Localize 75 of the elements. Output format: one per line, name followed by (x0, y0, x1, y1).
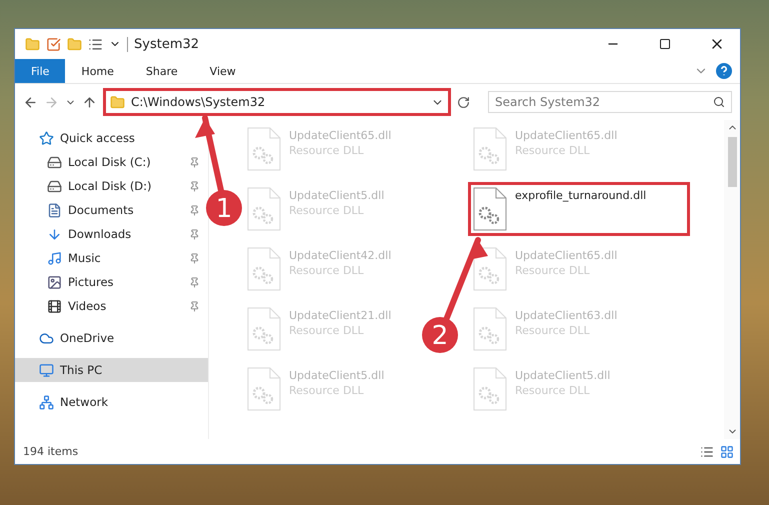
file-name: UpdateClient5.dll (289, 189, 384, 202)
folder-icon[interactable] (25, 36, 40, 52)
nav-item[interactable]: Local Disk (C:) (15, 150, 208, 174)
search-icon[interactable] (713, 96, 725, 108)
nav-item[interactable]: Downloads (15, 222, 208, 246)
nav-item[interactable]: Music (15, 246, 208, 270)
cloud-icon (39, 330, 54, 346)
up-icon[interactable] (82, 94, 97, 110)
monitor-icon (39, 362, 54, 378)
ribbon-tab[interactable]: File (15, 59, 66, 83)
file-name: UpdateClient63.dll (515, 309, 618, 322)
dll-file-icon (473, 127, 507, 171)
drive-icon (47, 178, 62, 194)
nav-item[interactable]: Network (15, 390, 208, 414)
file-name: UpdateClient65.dll (289, 129, 392, 142)
file-name: UpdateClient65.dll (515, 129, 618, 142)
scroll-thumb[interactable] (728, 137, 736, 187)
nav-item[interactable]: This PC (15, 358, 208, 382)
help-icon[interactable] (716, 63, 732, 79)
file-name: UpdateClient21.dll (289, 309, 392, 322)
network-icon (39, 394, 54, 410)
ribbon-tab[interactable]: View (194, 59, 252, 83)
pin-icon[interactable] (189, 276, 200, 288)
maximize-icon (659, 38, 671, 50)
step-number-badge: 1 (206, 190, 242, 226)
ribbon-tab[interactable]: Share (130, 59, 194, 83)
document-icon (47, 202, 62, 218)
dll-file-icon (247, 187, 281, 231)
properties-icon[interactable] (46, 36, 61, 52)
file-item[interactable]: exprofile_turnaround.dll (468, 182, 690, 236)
back-icon[interactable] (23, 94, 38, 110)
file-name: UpdateClient5.dll (515, 369, 610, 382)
nav-item[interactable]: Quick access (15, 126, 208, 150)
refresh-icon[interactable] (457, 96, 470, 108)
forward-icon[interactable] (44, 94, 59, 110)
ribbon-tab[interactable]: Home (65, 59, 130, 83)
star-icon (39, 130, 54, 146)
nav-item[interactable]: Documents (15, 198, 208, 222)
search-field[interactable]: Search System32 (488, 91, 732, 113)
nav-item[interactable]: OneDrive (15, 326, 208, 350)
dll-file-icon (247, 307, 281, 351)
large-icons-view-icon[interactable] (720, 444, 734, 458)
pin-icon[interactable] (189, 300, 200, 312)
file-name: UpdateClient65.dll (515, 249, 618, 262)
dll-file-icon (247, 247, 281, 291)
pin-icon[interactable] (189, 252, 200, 264)
details-view-icon[interactable] (700, 444, 714, 458)
file-name: UpdateClient5.dll (289, 369, 384, 382)
film-icon (47, 298, 62, 314)
dll-file-icon (473, 367, 507, 411)
picture-icon (47, 274, 62, 290)
dll-file-icon (247, 367, 281, 411)
pin-icon[interactable] (189, 228, 200, 240)
nav-item[interactable]: Pictures (15, 270, 208, 294)
file-name: UpdateClient42.dll (289, 249, 392, 262)
address-bar[interactable]: C:\Windows\System32 (103, 88, 451, 116)
nav-item[interactable]: Videos (15, 294, 208, 318)
new-folder-icon[interactable] (67, 36, 82, 52)
step-number-badge: 2 (422, 317, 458, 353)
pin-icon[interactable] (189, 180, 200, 192)
customize-icon[interactable] (88, 36, 103, 52)
dll-file-icon (473, 307, 507, 351)
pin-icon[interactable] (189, 204, 200, 216)
nav-item[interactable]: Local Disk (D:) (15, 174, 208, 198)
window-title: System32 (127, 36, 584, 52)
dll-file-icon (473, 187, 507, 231)
pin-icon[interactable] (189, 156, 200, 168)
scrollbar[interactable] (724, 120, 740, 439)
drive-icon (47, 154, 62, 170)
music-note-icon (47, 250, 62, 266)
download-arrow-icon (47, 226, 62, 242)
file-name: exprofile_turnaround.dll (515, 189, 646, 202)
dll-file-icon (473, 247, 507, 291)
item-count: 194 items (23, 445, 80, 458)
dll-file-icon (247, 127, 281, 171)
